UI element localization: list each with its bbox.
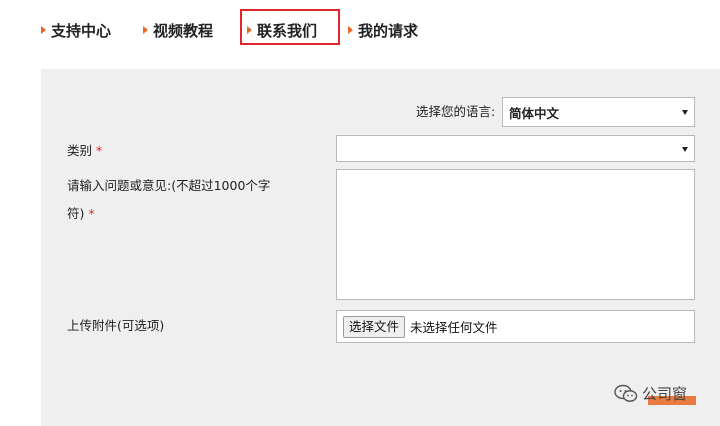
category-label-text: 类别 [67, 143, 93, 158]
nav-item-my-requests[interactable]: 我的请求 [348, 19, 418, 41]
category-label: 类别 * [67, 139, 102, 163]
file-status-text: 未选择任何文件 [410, 320, 498, 335]
nav-item-label: 视频教程 [153, 21, 214, 40]
category-select[interactable] [336, 135, 695, 162]
question-label-line1: 请输入问题或意见:(不超过1000个字 [67, 178, 271, 193]
file-input[interactable]: 选择文件 未选择任何文件 [336, 310, 695, 343]
required-mark: * [96, 143, 103, 158]
chevron-down-icon [682, 110, 688, 115]
nav-item-video-tutorials[interactable]: 视频教程 [143, 19, 213, 41]
triangle-right-icon [143, 26, 148, 34]
wechat-icon [614, 384, 638, 402]
watermark: 公司窗 [614, 383, 687, 404]
choose-file-button[interactable]: 选择文件 [343, 315, 406, 338]
nav-item-label: 我的请求 [358, 21, 419, 40]
attachment-label: 上传附件(可选项) [67, 318, 165, 333]
triangle-right-icon [247, 26, 252, 34]
required-mark: * [88, 206, 95, 221]
language-select[interactable]: 简体中文 [502, 97, 695, 127]
triangle-right-icon [348, 26, 353, 34]
top-nav: 支持中心 视频教程 联系我们 我的请求 [0, 0, 720, 60]
language-label: 选择您的语言: [416, 104, 496, 119]
triangle-right-icon [41, 26, 46, 34]
nav-item-label: 联系我们 [257, 21, 318, 40]
nav-item-contact-us[interactable]: 联系我们 [247, 19, 317, 41]
language-select-value: 简体中文 [509, 105, 560, 121]
chevron-down-icon [682, 146, 688, 152]
watermark-text: 公司窗 [642, 385, 688, 403]
question-label-line2-wrap: 符) * [67, 202, 317, 226]
question-textarea[interactable] [336, 169, 695, 300]
question-label: 请输入问题或意见:(不超过1000个字 符) * [67, 174, 317, 226]
nav-item-label: 支持中心 [51, 21, 112, 40]
nav-item-support-center[interactable]: 支持中心 [41, 19, 111, 41]
question-label-line2: 符) [67, 206, 85, 221]
